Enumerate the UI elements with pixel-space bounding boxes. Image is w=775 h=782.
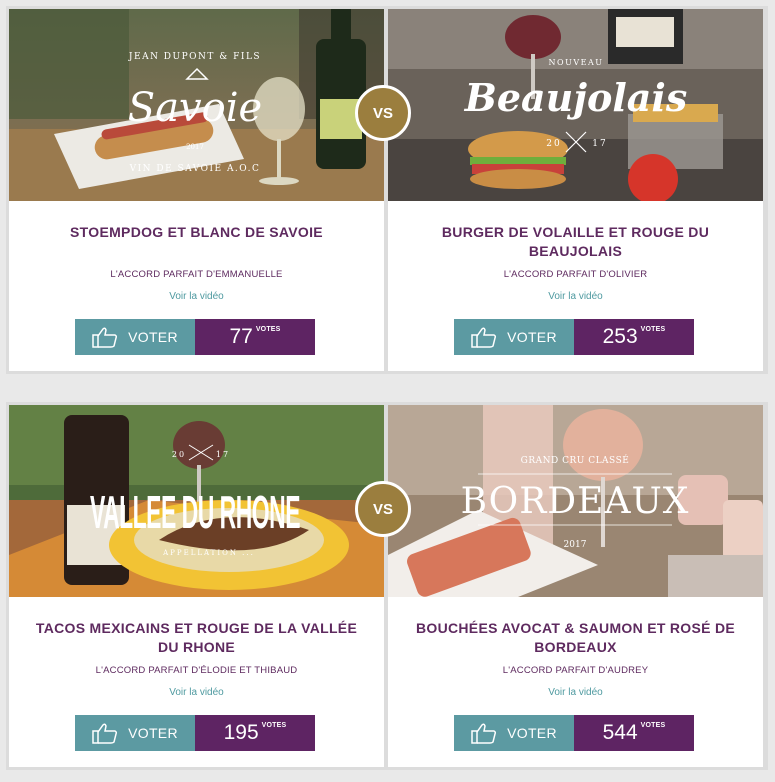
entry-photo-vallee-du-rhone[interactable]: 20 17 VALLEE DU RHONE APPELLATION ... — [9, 405, 384, 597]
vs-badge: VS — [355, 85, 411, 141]
vote-button[interactable]: VOTER — [75, 319, 195, 355]
entry-photo-bordeaux[interactable]: GRAND CRU CLASSÉ BORDEAUX 2017 — [388, 405, 763, 597]
svg-text:BORDEAUX: BORDEAUX — [461, 481, 690, 522]
vote-bar: VOTER 544 VOTES — [454, 715, 694, 751]
matchup-1: JEAN DUPONT & FILS Savoie 2017 VIN DE SA… — [6, 6, 768, 374]
vote-count-number: 544 — [602, 721, 638, 744]
svg-text:Beaujolais: Beaujolais — [464, 75, 688, 120]
vote-count-number: 253 — [602, 325, 638, 348]
thumbs-up-icon — [471, 723, 497, 744]
thumbs-up-icon — [92, 723, 118, 744]
vote-count-number: 195 — [223, 721, 259, 744]
entry-photo-beaujolais[interactable]: NOUVEAU Beaujolais 20 17 — [388, 9, 763, 201]
watch-video-link[interactable]: Voir la vidéo — [9, 687, 384, 698]
vote-count-label: VOTES — [261, 722, 287, 729]
svg-text:17: 17 — [592, 139, 607, 149]
vote-bar: VOTER 253 VOTES — [454, 319, 694, 355]
vote-bar: VOTER 77 VOTES — [75, 319, 315, 355]
vote-button[interactable]: VOTER — [454, 715, 574, 751]
vote-count-label: VOTES — [255, 326, 281, 333]
svg-text:GRAND CRU CLASSÉ: GRAND CRU CLASSÉ — [521, 454, 630, 466]
vote-count: 253 VOTES — [574, 319, 694, 355]
entry-card-savoie: JEAN DUPONT & FILS Savoie 2017 VIN DE SA… — [9, 9, 384, 371]
watch-video-link[interactable]: Voir la vidéo — [388, 291, 763, 302]
vote-bar: VOTER 195 VOTES — [75, 715, 315, 751]
entry-title: STOEMPDOG ET BLANC DE SAVOIE — [70, 224, 323, 240]
entry-subtitle: L'ACCORD PARFAIT D'EMMANUELLE — [110, 269, 283, 280]
vote-count-label: VOTES — [640, 326, 666, 333]
vote-count-label: VOTES — [640, 722, 666, 729]
svg-text:17: 17 — [216, 450, 230, 459]
entry-title: BOUCHÉES AVOCAT & SAUMON ET ROSÉ DE BORD… — [415, 620, 736, 655]
vote-button-label: VOTER — [507, 725, 557, 741]
vote-button[interactable]: VOTER — [454, 319, 574, 355]
svg-text:2017: 2017 — [186, 143, 204, 151]
matchup-2: 20 17 VALLEE DU RHONE APPELLATION ... TA… — [6, 402, 768, 770]
entry-title: TACOS MEXICAINS ET ROUGE DE LA VALLÉE DU… — [35, 620, 358, 655]
svg-text:Savoie: Savoie — [128, 85, 262, 131]
svg-text:JEAN DUPONT & FILS: JEAN DUPONT & FILS — [128, 52, 261, 62]
watch-video-link[interactable]: Voir la vidéo — [9, 291, 384, 302]
vote-button-label: VOTER — [128, 725, 178, 741]
svg-text:20: 20 — [172, 450, 186, 459]
svg-text:APPELLATION ...: APPELLATION ... — [162, 549, 255, 557]
vote-count: 544 VOTES — [574, 715, 694, 751]
vote-button-label: VOTER — [128, 329, 178, 345]
svg-text:VALLEE DU RHONE: VALLEE DU RHONE — [90, 486, 300, 538]
vote-button-label: VOTER — [507, 329, 557, 345]
thumbs-up-icon — [92, 327, 118, 348]
svg-text:NOUVEAU: NOUVEAU — [549, 58, 604, 67]
entry-card-bordeaux: GRAND CRU CLASSÉ BORDEAUX 2017 BOUCHÉES … — [388, 405, 763, 767]
vote-count: 195 VOTES — [195, 715, 315, 751]
vote-count: 77 VOTES — [195, 319, 315, 355]
entry-card-vallee-du-rhone: 20 17 VALLEE DU RHONE APPELLATION ... TA… — [9, 405, 384, 767]
entry-photo-savoie[interactable]: JEAN DUPONT & FILS Savoie 2017 VIN DE SA… — [9, 9, 384, 201]
svg-text:20: 20 — [546, 139, 561, 149]
entry-card-beaujolais: NOUVEAU Beaujolais 20 17 BURGER DE VOLAI… — [388, 9, 763, 371]
watch-video-link[interactable]: Voir la vidéo — [388, 687, 763, 698]
vote-button[interactable]: VOTER — [75, 715, 195, 751]
entry-title: BURGER DE VOLAILLE ET ROUGE DU BEAUJOLAI… — [441, 224, 710, 259]
entry-subtitle: L'ACCORD PARFAIT D'ÉLODIE ET THIBAUD — [95, 665, 298, 676]
vote-count-number: 77 — [229, 325, 253, 348]
thumbs-up-icon — [471, 327, 497, 348]
svg-text:VIN DE SAVOIE A.O.C: VIN DE SAVOIE A.O.C — [129, 164, 261, 174]
entry-subtitle: L'ACCORD PARFAIT D'OLIVIER — [503, 269, 648, 280]
entry-subtitle: L'ACCORD PARFAIT D'AUDREY — [502, 665, 649, 676]
vs-badge: VS — [355, 481, 411, 537]
svg-text:2017: 2017 — [564, 540, 587, 550]
